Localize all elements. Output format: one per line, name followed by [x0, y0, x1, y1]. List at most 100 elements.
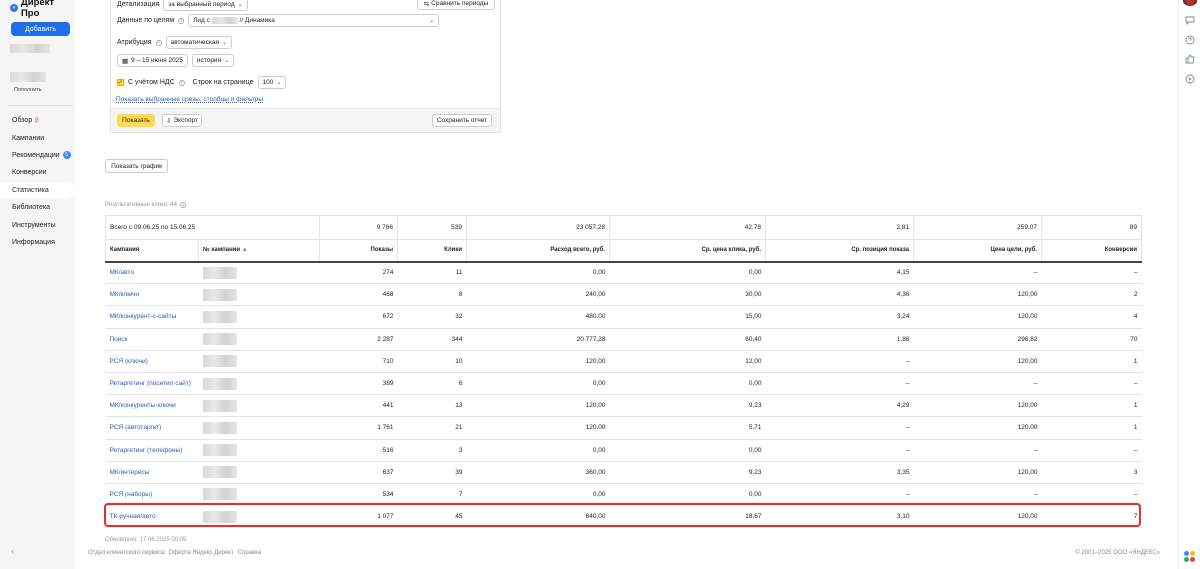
campaign-name-link[interactable]: РСЯ (ключи)	[105, 349, 199, 373]
collapse-sidebar-icon[interactable]: ‹	[11, 546, 14, 556]
column-header-campaign-id[interactable]: № кампании ▲	[197, 239, 321, 263]
thumbs-up-icon[interactable]	[1184, 53, 1195, 64]
sidebar-item-info[interactable]: Информация	[0, 234, 75, 251]
help-circle-icon[interactable]	[1184, 34, 1195, 45]
campaign-id-cell	[198, 482, 320, 507]
vat-label: С учётом НДС	[128, 79, 175, 86]
table-cell: 3,10	[765, 505, 914, 529]
campaign-name-link[interactable]: МК/интересы	[105, 460, 199, 484]
column-header-clicks[interactable]: Клики	[397, 239, 468, 263]
column-header-goal-cost[interactable]: Цена цели, руб.	[913, 239, 1043, 263]
history-select[interactable]: история ⌄	[191, 54, 235, 67]
table-cell: 32	[397, 305, 467, 329]
campaign-name-link[interactable]: РСЯ (автотаргет)	[105, 416, 199, 440]
show-graph-button[interactable]: Показать график	[105, 159, 168, 173]
table-cell: 0,00	[609, 438, 766, 462]
chat-icon[interactable]	[1184, 14, 1195, 25]
table-cell: 441	[319, 394, 398, 418]
table-cell: 274	[319, 260, 398, 285]
rows-per-page-select[interactable]: 100 ⌄	[257, 76, 287, 89]
sidebar-nav: Обзор β Кампании Рекомендации 5 Конверси…	[0, 112, 75, 251]
count-badge: 5	[62, 151, 71, 160]
yandex-services-icon[interactable]	[1184, 551, 1195, 562]
attribution-select[interactable]: автоматическая ⌄	[165, 36, 232, 49]
sidebar-item-campaigns[interactable]: Кампании	[0, 129, 75, 146]
goals-value: Лид с // Динамика	[193, 16, 275, 24]
goals-select[interactable]: Лид с // Динамика ⌄	[188, 14, 440, 27]
sidebar-item-conversions[interactable]: Конверсии	[0, 164, 75, 181]
detail-label: Детализация	[117, 1, 160, 8]
column-header-avg-position[interactable]: Ср. позиция показа	[765, 239, 915, 263]
table-cell: –	[913, 260, 1042, 285]
table-cell: 4,36	[765, 283, 914, 307]
table-cell: –	[765, 438, 914, 462]
sidebar-item-tools[interactable]: Инструменты	[0, 216, 75, 233]
campaign-name-link[interactable]: ТК-ручная/авто	[105, 505, 199, 529]
campaign-name-link[interactable]: РСЯ (наборы)	[105, 482, 199, 507]
topup-link[interactable]: Пополнить	[14, 87, 42, 93]
total-cell: 539	[397, 215, 468, 240]
help-icon[interactable]: ?	[178, 17, 185, 24]
campaign-name-link[interactable]: Ретаргетинг (телефоны)	[105, 438, 199, 462]
sidebar-item-library[interactable]: Библиотека	[0, 199, 75, 216]
sidebar-item-label: Кампании	[12, 134, 45, 142]
help-icon[interactable]: ?	[180, 202, 186, 208]
column-header-impressions[interactable]: Показы	[319, 239, 399, 263]
footer-link-support[interactable]: Отдел клиентского сервиса	[88, 550, 165, 556]
filters-footer: Показать ⇩ Экспорт Сохранить отчет	[111, 108, 500, 132]
table-cell: 360,00	[466, 460, 610, 484]
column-header-campaign[interactable]: Кампания	[105, 239, 199, 263]
column-header-conversions[interactable]: Конверсии	[1041, 239, 1143, 263]
vat-checkbox[interactable]: ✓	[117, 79, 124, 86]
compare-periods-button[interactable]: ⇆ Сравнить периоды	[417, 0, 495, 10]
table-cell: 344	[397, 327, 467, 351]
conversion-clicks-info: Результативные клики: 44 ?	[105, 202, 186, 208]
show-selected-filters-link[interactable]: Показать выбранные срезы, столбцы и филь…	[116, 96, 263, 103]
table-cell: 120,00	[913, 505, 1042, 529]
campaign-id-redacted	[202, 421, 237, 434]
footer-link-offer[interactable]: Оферта Яндекс Директ	[169, 550, 234, 556]
table-cell: 1	[1041, 394, 1142, 418]
logo[interactable]: ◖ Директ Про	[10, 0, 75, 19]
table-cell: –	[1041, 482, 1142, 507]
sidebar-item-label: Рекомендации	[12, 151, 60, 159]
footer-link-help[interactable]: Справка	[238, 550, 262, 556]
play-circle-icon[interactable]	[1184, 73, 1195, 84]
campaign-name-link[interactable]: МК/ключи	[105, 283, 199, 307]
campaign-name-link[interactable]: МК/авто	[105, 260, 199, 285]
table-cell: –	[1041, 438, 1142, 462]
table-cell: 3	[1041, 460, 1142, 484]
table-cell: –	[765, 482, 914, 507]
campaign-name-link[interactable]: МК/конкурент-с-сайты	[105, 305, 199, 329]
save-report-button[interactable]: Сохранить отчет	[432, 114, 492, 127]
campaign-name-link[interactable]: Поиск	[105, 327, 199, 351]
export-button[interactable]: ⇩ Экспорт	[162, 114, 202, 127]
table-cell: 120,00	[913, 460, 1042, 484]
column-header-cost[interactable]: Расход всего, руб.	[466, 239, 611, 263]
campaign-id-redacted	[202, 466, 237, 479]
chevron-down-icon: ⌄	[221, 40, 227, 46]
campaign-id-redacted	[202, 310, 237, 323]
sidebar-item-statistics[interactable]: Статистика	[0, 181, 75, 199]
table-cell: 4	[1041, 305, 1142, 329]
column-header-avg-cpc[interactable]: Ср. цена клика, руб.	[609, 239, 767, 263]
campaign-name-link[interactable]: МК/конкуренты-ключи	[105, 394, 199, 418]
total-cell: 2,81	[765, 215, 915, 240]
table-row: Ретаргетинг (телефоны) 516 3 0,00 0,00– – –	[105, 438, 1142, 462]
add-button[interactable]: Добавить	[11, 22, 70, 36]
sidebar-item-recommendations[interactable]: Рекомендации 5	[0, 147, 75, 164]
period-picker[interactable]: ▦ 9 – 15 июня 2025	[117, 54, 188, 67]
campaign-id-redacted	[202, 488, 237, 501]
avatar[interactable]	[1183, 0, 1197, 6]
table-body: МК/авто 274 11 0,00 0,00 4,15– – МК/ключи 468 8 24…	[105, 260, 1142, 529]
campaign-name-link[interactable]: Ретаргетинг (посетил сайт)	[105, 371, 199, 396]
detail-select[interactable]: за выбранный период ⌄	[163, 0, 248, 11]
sidebar-item-overview[interactable]: Обзор β	[0, 112, 75, 129]
table-cell: 13	[397, 394, 467, 418]
table-row: РСЯ (наборы) 534 7 0,00 0,00– – –	[105, 482, 1142, 507]
show-button[interactable]: Показать	[117, 114, 155, 127]
logo-text: Директ Про	[20, 0, 55, 19]
help-icon[interactable]: ?	[155, 39, 162, 46]
campaign-id-cell	[198, 371, 320, 396]
help-icon[interactable]: ?	[178, 79, 185, 86]
